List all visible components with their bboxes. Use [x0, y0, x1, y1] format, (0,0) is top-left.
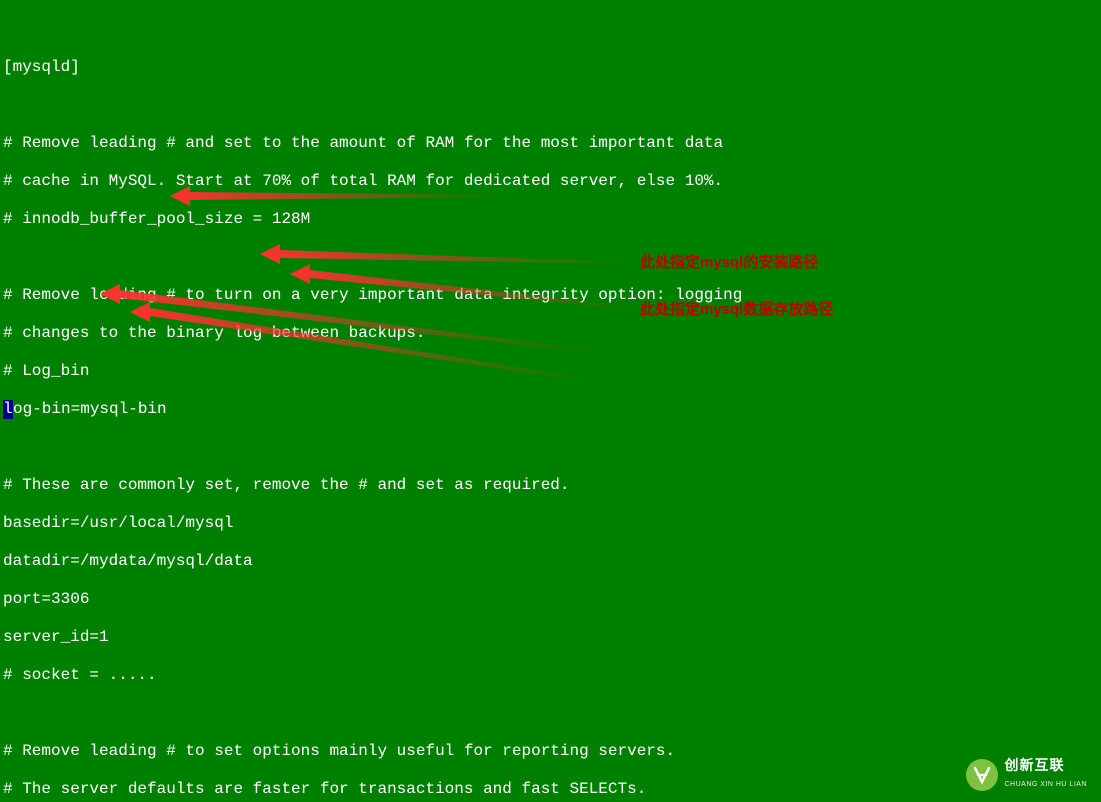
logo-text-en: CHUANG XIN HU LIAN — [1004, 775, 1087, 794]
text-line: # Remove leading # to set options mainly… — [3, 742, 1098, 761]
text-line: [mysqld] — [3, 58, 1098, 77]
text-line-cursor: log-bin=mysql-bin — [3, 400, 1098, 419]
text-line: datadir=/mydata/mysql/data — [3, 552, 1098, 571]
text-line: # These are commonly set, remove the # a… — [3, 476, 1098, 495]
terminal-editor[interactable]: [mysqld] # Remove leading # and set to t… — [0, 0, 1101, 802]
text-line — [3, 248, 1098, 267]
text-line — [3, 438, 1098, 457]
text-line: basedir=/usr/local/mysql — [3, 514, 1098, 533]
text-line — [3, 20, 1098, 39]
cursor: l — [3, 400, 13, 419]
text-line: server_id=1 — [3, 628, 1098, 647]
text-line — [3, 96, 1098, 115]
text-line: # Log_bin — [3, 362, 1098, 381]
text-line: # Remove leading # and set to the amount… — [3, 134, 1098, 153]
text-line: # socket = ..... — [3, 666, 1098, 685]
text-line: # cache in MySQL. Start at 70% of total … — [3, 172, 1098, 191]
text-line — [3, 704, 1098, 723]
text-line: # changes to the binary log between back… — [3, 324, 1098, 343]
text-fragment: og-bin=mysql-bin — [13, 400, 167, 418]
text-line: # Remove leading # to turn on a very imp… — [3, 286, 1098, 305]
logo-mark-icon — [966, 759, 998, 791]
watermark-logo: 创新互联 CHUANG XIN HU LIAN — [966, 756, 1087, 794]
logo-text-cn: 创新互联 — [1004, 756, 1087, 775]
text-line: # The server defaults are faster for tra… — [3, 780, 1098, 799]
text-line: # innodb_buffer_pool_size = 128M — [3, 210, 1098, 229]
text-line: port=3306 — [3, 590, 1098, 609]
logo-text: 创新互联 CHUANG XIN HU LIAN — [1004, 756, 1087, 794]
